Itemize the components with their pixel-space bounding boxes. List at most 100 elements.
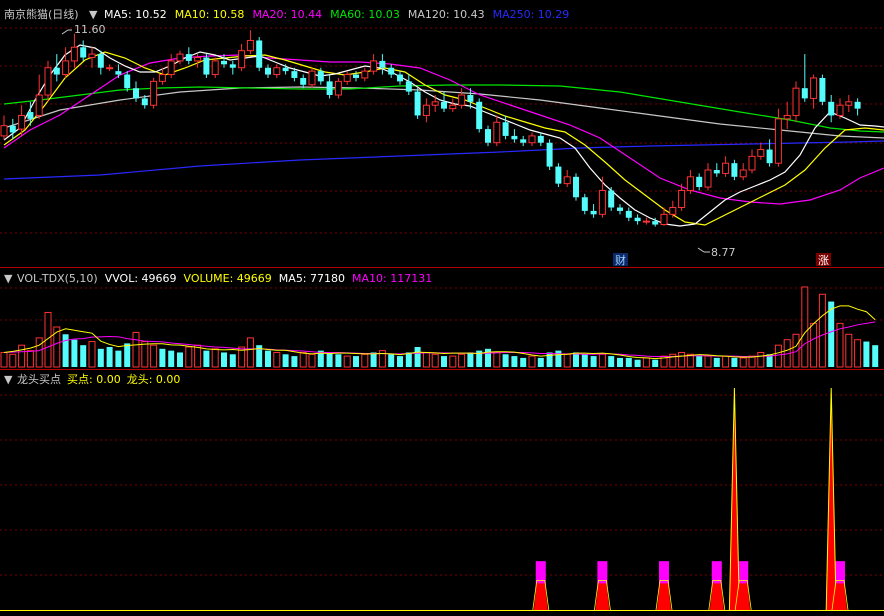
indicator-panel-header: ▼ 龙头买点 买点: 0.00 龙头: 0.00 [4, 373, 180, 386]
candle [792, 81, 800, 123]
dropdown-icon[interactable]: ▼ [89, 8, 98, 21]
candle [617, 204, 623, 215]
volume-bar [696, 356, 703, 367]
volume-bar [35, 337, 43, 368]
candle [458, 88, 466, 109]
candle [836, 98, 844, 119]
candle [713, 163, 720, 177]
volume-bar [555, 350, 562, 367]
volume-bar [168, 350, 175, 367]
volume-bar [608, 356, 615, 367]
indicator-label-4: MA120: 10.43 [408, 8, 485, 21]
candle [573, 173, 579, 201]
candle [361, 67, 369, 82]
candle [150, 77, 158, 109]
dropdown-icon[interactable]: ▼ [4, 272, 13, 285]
buy-spike [826, 388, 837, 610]
volume-bar [642, 357, 650, 368]
candle [704, 163, 712, 191]
volume-bar [221, 352, 227, 367]
volume-bar [801, 286, 809, 368]
candle [669, 200, 677, 218]
candle [9, 118, 16, 140]
volume-bar [9, 353, 17, 368]
candle [88, 47, 96, 68]
candle [598, 176, 606, 218]
candle [97, 50, 104, 75]
candle [819, 74, 826, 106]
indicator-label-5: MA250: 10.29 [493, 8, 570, 21]
candle [229, 60, 236, 75]
volume-bar [520, 357, 527, 367]
volume-bar [308, 353, 316, 368]
main-panel-header: 南京熊猫(日线) ▼ MA5: 10.52 MA10: 10.58 MA20: 10… [4, 7, 569, 21]
candle [686, 170, 694, 194]
volume-bar [854, 339, 862, 368]
candle [397, 71, 403, 85]
volume-bar [353, 356, 359, 367]
candle [608, 187, 615, 211]
candle [431, 95, 439, 113]
indicator-label-2: 龙头: 0.00 [127, 373, 181, 386]
candle [238, 43, 246, 72]
volume-bar [704, 355, 712, 368]
volume-bar [590, 356, 597, 367]
candle [273, 64, 281, 78]
candle [422, 98, 430, 123]
volume-bar [792, 333, 800, 368]
volume-bar [441, 356, 447, 367]
volume-bar [678, 351, 686, 368]
dropdown-icon[interactable]: ▼ [4, 373, 13, 386]
volume-bar [546, 352, 553, 367]
candle [555, 163, 562, 188]
tag-cai[interactable]: 财 [613, 253, 628, 267]
stock-title: 南京熊猫(日线) [4, 7, 79, 21]
indicator-label-4: MA10: 117131 [352, 272, 432, 285]
candle [203, 54, 210, 78]
volume-bar [573, 352, 579, 367]
candle [634, 214, 641, 225]
candle [511, 129, 518, 143]
volume-bar [26, 350, 34, 368]
tag-cai-label: 财 [615, 253, 626, 267]
volume-bar [757, 351, 765, 368]
volume-bar [203, 350, 210, 367]
volume-bar [115, 350, 122, 367]
candle [757, 142, 765, 160]
volume-bar [282, 354, 289, 367]
volume-bar [265, 350, 271, 367]
candle [62, 47, 70, 78]
volume-bar [652, 359, 659, 367]
volume-bar [713, 357, 720, 367]
indicator-label-3: MA5: 77180 [279, 272, 345, 285]
volume-bar [273, 351, 281, 368]
volume-bar [818, 293, 826, 368]
candle-group [0, 30, 861, 227]
volume-bar [511, 356, 518, 367]
volume-bar [431, 353, 439, 368]
ma-lines [3, 44, 884, 227]
volume-bar [731, 357, 738, 367]
candle [35, 74, 43, 119]
candle [590, 204, 597, 218]
volume-bar [229, 354, 236, 367]
volume-bar [774, 344, 782, 368]
volume-bar [449, 355, 457, 368]
chart-canvas: 11.60 8.77 财 涨 南京熊猫(日线) ▼ MA5: 10.52 MA10… [0, 7, 884, 611]
candle [449, 98, 457, 113]
grid-lines [0, 27, 884, 576]
low-marker: 8.77 [697, 246, 736, 259]
candle [326, 74, 333, 99]
candle [537, 132, 544, 147]
volume-bar-group [0, 286, 879, 368]
volume-bar [88, 341, 96, 368]
candle [546, 139, 553, 170]
indicator-label-0: 龙头买点 [17, 373, 61, 386]
volume-bar [863, 341, 870, 367]
volume-bar [625, 357, 632, 367]
ma5-line [3, 44, 884, 227]
volume-bar [159, 348, 166, 367]
indicator-values: 龙头买点 买点: 0.00 龙头: 0.00 [17, 373, 180, 386]
tag-zhang[interactable]: 涨 [816, 253, 831, 267]
volume-bar [810, 322, 818, 368]
